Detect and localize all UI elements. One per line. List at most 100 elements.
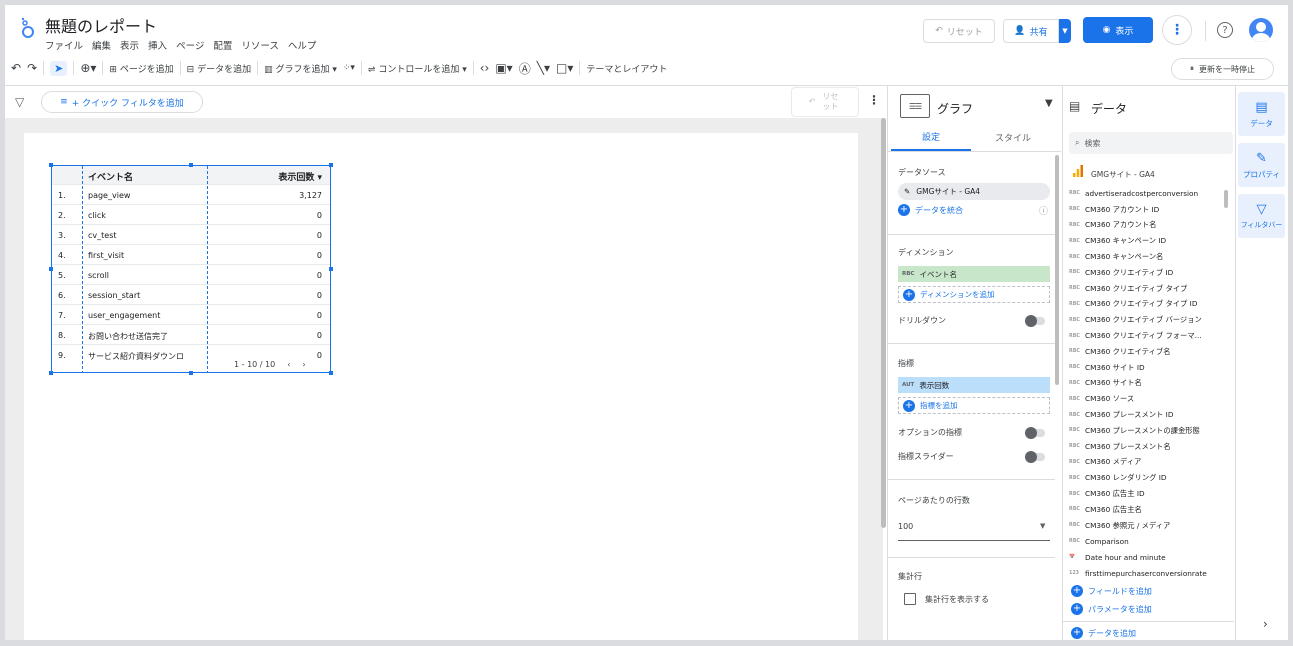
dimension-chip[interactable]: RBC イベント名 <box>898 266 1050 282</box>
table-row[interactable]: 7. user_engagement 0 <box>52 304 330 324</box>
metric-slider-toggle[interactable] <box>1025 451 1045 463</box>
rail-data-button[interactable]: ▤ データ <box>1238 92 1285 136</box>
field-item[interactable]: RBC CM360 プレースメント名 <box>1069 439 1219 455</box>
rows-per-page-select[interactable]: 100 <box>898 522 913 531</box>
share-dropdown-button[interactable]: ▼ <box>1059 19 1071 43</box>
help-icon[interactable]: ⓘ <box>1039 204 1048 217</box>
resize-handle[interactable] <box>329 163 333 167</box>
rail-properties-button[interactable]: ✎ プロパティ <box>1238 143 1285 187</box>
prev-page-icon[interactable]: ‹ <box>287 360 290 369</box>
field-item[interactable]: RBC CM360 プレースメント ID <box>1069 407 1219 423</box>
drilldown-toggle[interactable] <box>1025 315 1045 327</box>
next-page-icon[interactable]: › <box>302 360 305 369</box>
field-item[interactable]: RBC CM360 クリエイティブ バージョン <box>1069 312 1219 328</box>
table-row[interactable]: 2. click 0 <box>52 204 330 224</box>
code-embed-icon[interactable]: ‹› <box>480 61 490 75</box>
add-data-button[interactable]: ⊟ データを追加 <box>187 62 251 75</box>
optional-metric-toggle[interactable] <box>1025 427 1045 439</box>
field-item[interactable]: 📅 Date hour and minute <box>1069 549 1219 565</box>
search-input[interactable]: ⌕ 検索 <box>1069 132 1233 154</box>
field-item[interactable]: RBC CM360 広告主 ID <box>1069 486 1219 502</box>
undo-icon[interactable]: ↶ <box>11 61 21 75</box>
field-item[interactable]: RBC CM360 クリエイティブ タイプ <box>1069 281 1219 297</box>
metric-chip[interactable]: AUT 表示回数 <box>898 377 1050 393</box>
add-control-button[interactable]: ⇌ コントロールを追加 ▾ <box>368 62 467 75</box>
menu-help[interactable]: ヘルプ <box>288 38 317 52</box>
total-row-checkbox[interactable] <box>904 593 916 605</box>
add-data-button[interactable]: + データを追加 <box>1071 627 1136 639</box>
filter-reset-button[interactable]: ↶ リセ ット <box>791 87 859 117</box>
rail-filter-button[interactable]: ▽ フィルタバー <box>1238 194 1285 238</box>
canvas-scrollbar[interactable] <box>881 118 886 528</box>
text-icon[interactable]: Ⓐ <box>519 60 531 77</box>
menu-view[interactable]: 表示 <box>120 38 139 52</box>
reset-button[interactable]: ↶ リセット <box>923 19 995 43</box>
dimension-column-header[interactable]: イベント名 <box>88 170 133 183</box>
looker-studio-logo-icon[interactable] <box>19 17 37 39</box>
pause-update-button[interactable]: ⏸ 更新を一時停止 <box>1171 58 1274 80</box>
resize-handle[interactable] <box>329 267 333 271</box>
table-chart[interactable]: イベント名 表示回数 ▾ 1. page_view 3,127 2. click 0 3. c… <box>51 165 331 373</box>
resize-handle[interactable] <box>49 163 53 167</box>
metric-column-header[interactable]: 表示回数 ▾ <box>278 170 322 183</box>
field-item[interactable]: RBC CM360 キャンペーン名 <box>1069 249 1219 265</box>
resize-handle[interactable] <box>49 371 53 375</box>
menu-edit[interactable]: 編集 <box>92 38 111 52</box>
resize-handle[interactable] <box>49 267 53 271</box>
menu-page[interactable]: ページ <box>176 38 204 52</box>
chart-type-selector[interactable]: グラフ <box>937 100 973 117</box>
line-icon[interactable]: ╲▾ <box>537 61 550 75</box>
add-field-button[interactable]: + フィールドを追加 <box>1071 585 1152 597</box>
field-item[interactable]: RBC CM360 アカウント名 <box>1069 218 1219 234</box>
field-item[interactable]: 123 firsttimepurchaserconversionrate <box>1069 565 1219 581</box>
field-item[interactable]: RBC CM360 レンダリング ID <box>1069 470 1219 486</box>
menu-insert[interactable]: 挿入 <box>148 38 167 52</box>
pencil-icon[interactable]: ✎ <box>904 187 910 196</box>
shape-icon[interactable]: □▾ <box>556 61 573 75</box>
tab-style[interactable]: スタイル <box>973 123 1053 151</box>
blend-data-button[interactable]: + データを統合 <box>898 204 963 216</box>
add-page-button[interactable]: ⊞ ページを追加 <box>109 62 173 75</box>
view-button[interactable]: ◉ 表示 <box>1083 17 1153 43</box>
field-item[interactable]: RBC CM360 プレースメントの課金形態 <box>1069 423 1219 439</box>
table-row[interactable]: 6. session_start 0 <box>52 284 330 304</box>
chevron-down-icon[interactable]: ▼ <box>1045 98 1053 109</box>
canvas-more-icon[interactable]: ⋮ <box>868 93 880 107</box>
menu-file[interactable]: ファイル <box>45 38 83 52</box>
redo-icon[interactable]: ↷ <box>27 61 37 75</box>
datasource-chip[interactable]: ✎ GMGサイト - GA4 <box>898 183 1050 200</box>
menu-resource[interactable]: リソース <box>241 38 279 52</box>
table-row[interactable]: 1. page_view 3,127 <box>52 184 330 204</box>
field-item[interactable]: RBC CM360 サイト ID <box>1069 360 1219 376</box>
table-row[interactable]: 5. scroll 0 <box>52 264 330 284</box>
field-item[interactable]: RBC CM360 クリエイティブ ID <box>1069 265 1219 281</box>
caret-down-icon[interactable]: ▼ <box>1040 522 1045 530</box>
table-chart-icon[interactable]: ☰☰ <box>900 94 930 118</box>
tab-setup[interactable]: 設定 <box>891 123 971 151</box>
properties-scrollbar[interactable] <box>1055 155 1059 385</box>
image-icon[interactable]: ▣▾ <box>495 61 512 75</box>
add-chart-button[interactable]: ▥ グラフを追加 ▾ <box>264 62 337 75</box>
field-item[interactable]: RBC CM360 クリエイティブ フォーマ... <box>1069 328 1219 344</box>
field-item[interactable]: RBC CM360 クリエイティブ タイプ ID <box>1069 297 1219 313</box>
field-item[interactable]: RBC Comparison <box>1069 534 1219 550</box>
table-row[interactable]: 8. お問い合わせ送信完了 0 <box>52 324 330 344</box>
avatar[interactable] <box>1249 18 1273 42</box>
field-item[interactable]: RBC CM360 参照元 / メディア <box>1069 518 1219 534</box>
theme-layout-button[interactable]: テーマとレイアウト <box>586 62 667 75</box>
menu-arrange[interactable]: 配置 <box>213 38 232 52</box>
field-item[interactable]: RBC CM360 クリエイティブ名 <box>1069 344 1219 360</box>
field-list-scrollbar[interactable] <box>1224 190 1228 208</box>
zoom-icon[interactable]: ⊕▾ <box>80 61 96 75</box>
field-item[interactable]: RBC CM360 広告主名 <box>1069 502 1219 518</box>
field-item[interactable]: RBC CM360 サイト名 <box>1069 376 1219 392</box>
field-item[interactable]: RBC CM360 キャンペーン ID <box>1069 233 1219 249</box>
resize-handle[interactable] <box>189 371 193 375</box>
field-item[interactable]: RBC CM360 メディア <box>1069 455 1219 471</box>
field-item[interactable]: RBC CM360 アカウント ID <box>1069 202 1219 218</box>
more-options-button[interactable]: ⋮ <box>1162 15 1192 45</box>
add-metric-button[interactable]: + 指標を追加 <box>898 397 1050 414</box>
community-viz-icon[interactable]: ⁘▾ <box>343 63 355 73</box>
share-button[interactable]: 👤 共有 <box>1003 19 1059 43</box>
table-row[interactable]: 3. cv_test 0 <box>52 224 330 244</box>
